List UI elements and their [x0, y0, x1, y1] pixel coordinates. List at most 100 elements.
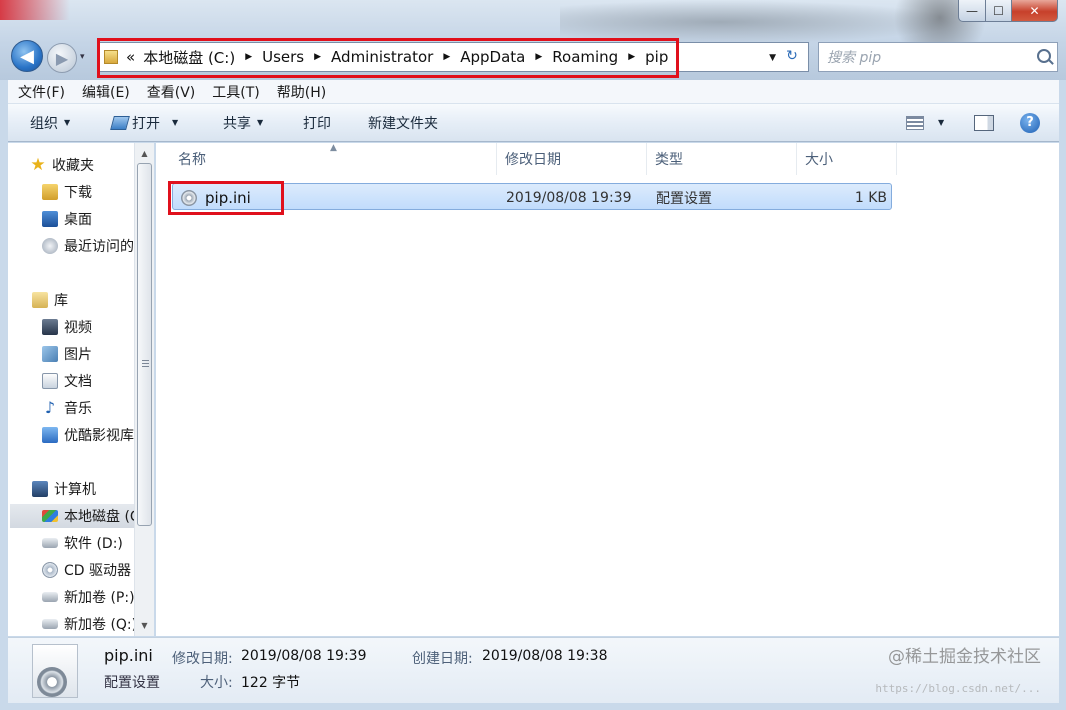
change-view-button[interactable]: ▼: [906, 115, 945, 130]
star-icon: ★: [30, 155, 46, 175]
search-box[interactable]: 搜索 pip: [818, 42, 1058, 72]
sidebar-item-label: 软件 (D:): [64, 536, 123, 552]
downloads-folder-icon: [42, 184, 58, 200]
view-list-icon: [906, 115, 924, 130]
sidebar-item-label: 库: [54, 293, 68, 309]
menu-bar: 文件(F) 编辑(E) 查看(V) 工具(T) 帮助(H): [8, 80, 1059, 104]
column-header-type[interactable]: 类型: [647, 143, 797, 175]
share-button[interactable]: 共享 ▼: [223, 113, 263, 133]
forward-arrow-icon: ▶: [55, 48, 69, 68]
details-file-name: pip.ini: [104, 646, 153, 665]
menu-edit[interactable]: 编辑(E): [82, 82, 130, 102]
column-header-size[interactable]: 大小: [797, 143, 897, 175]
sidebar-item-drive-c[interactable]: 本地磁盘 (C:): [10, 504, 134, 528]
watermark-url: https://blog.csdn.net/...: [875, 682, 1041, 695]
details-size-label: 大小:: [200, 675, 233, 691]
sidebar-item-drive-p[interactable]: 新加卷 (P:): [42, 585, 134, 609]
address-history-dropdown[interactable]: ▼: [769, 53, 776, 63]
help-icon: ?: [1020, 112, 1040, 133]
menu-tools[interactable]: 工具(T): [212, 82, 259, 102]
sort-ascending-icon: ▲: [330, 143, 337, 153]
navigation-pane: ★ 收藏夹 下载 桌面 最近访问的 库 视频 图片 文档 ♪ 音乐 优酷影视库 计算: [8, 143, 154, 636]
maximize-button[interactable]: ☐: [986, 0, 1012, 22]
scroll-up-icon[interactable]: ▲: [135, 145, 154, 162]
explorer-window: — ☐ ✕ ◀ ▶ ▾ « 本地磁盘 (C:) ▶ Users ▶ Admini…: [0, 0, 1066, 710]
preview-pane-icon: [974, 114, 994, 131]
open-icon: [110, 115, 130, 130]
cd-drive-icon: [42, 562, 58, 578]
command-bar: 组织 ▼ 打开 ▼ 共享 ▼ 打印 新建文件夹 ▼ ?: [8, 104, 1059, 142]
column-header-modified[interactable]: 修改日期: [497, 143, 647, 175]
organize-button[interactable]: 组织 ▼: [30, 113, 70, 133]
documents-library-icon: [42, 373, 58, 389]
sidebar-item-label: 本地磁盘 (C:): [64, 509, 134, 525]
minimize-button[interactable]: —: [958, 0, 986, 22]
scroll-down-icon[interactable]: ▼: [135, 617, 154, 634]
chevron-down-icon[interactable]: ▼: [172, 118, 178, 127]
annotation-highlight-file: [168, 181, 284, 215]
file-size: 1 KB: [854, 189, 887, 206]
sidebar-item-label: 收藏夹: [52, 158, 94, 174]
navigation-scrollbar[interactable]: ▲ ▼: [134, 143, 154, 636]
drive-icon: [42, 619, 58, 629]
scrollbar-thumb[interactable]: [137, 163, 152, 526]
details-created-value: 2019/08/08 19:38: [482, 648, 608, 664]
details-created-label: 创建日期:: [412, 651, 473, 667]
forward-button[interactable]: ▶: [47, 43, 77, 73]
minimize-icon: —: [966, 3, 978, 18]
print-button[interactable]: 打印: [303, 113, 331, 133]
sidebar-item-label: 文档: [64, 374, 92, 390]
details-file-type: 配置设置: [104, 675, 160, 691]
music-library-icon: ♪: [44, 398, 56, 417]
open-button[interactable]: 打开 ▼: [110, 113, 178, 133]
sidebar-item-recent[interactable]: 最近访问的: [42, 234, 134, 258]
menu-view[interactable]: 查看(V): [147, 82, 196, 102]
sidebar-item-label: 下载: [64, 185, 92, 201]
close-button[interactable]: ✕: [1012, 0, 1058, 22]
refresh-icon[interactable]: ↻: [782, 48, 802, 68]
recent-places-icon: [42, 238, 58, 254]
search-placeholder: 搜索 pip: [827, 50, 882, 66]
new-folder-button[interactable]: 新建文件夹: [368, 113, 438, 133]
pictures-library-icon: [42, 346, 58, 362]
chevron-down-icon: ▾: [80, 52, 85, 62]
maximize-icon: ☐: [993, 3, 1004, 18]
open-label: 打开: [132, 115, 160, 132]
column-modified-label: 修改日期: [505, 152, 561, 168]
search-icon[interactable]: [1037, 49, 1051, 63]
sidebar-item-label: 音乐: [64, 401, 92, 417]
organize-label: 组织: [30, 115, 58, 132]
sidebar-item-youku[interactable]: 优酷影视库: [42, 423, 134, 447]
drive-icon: [42, 538, 58, 548]
details-size-value: 122 字节: [241, 675, 301, 691]
close-icon: ✕: [1029, 3, 1040, 18]
desktop-icon: [42, 211, 58, 227]
computer-icon: [32, 481, 48, 497]
sidebar-item-drive-q[interactable]: 新加卷 (Q:): [42, 612, 134, 636]
sidebar-item-label: 桌面: [64, 212, 92, 228]
column-name-label: 名称: [178, 152, 206, 168]
chevron-down-icon: ▼: [938, 118, 945, 127]
config-file-large-icon: [32, 644, 78, 698]
file-modified: 2019/08/08 19:39: [506, 189, 632, 206]
system-drive-icon: [42, 510, 58, 522]
annotation-highlight-address: [97, 38, 679, 78]
recent-locations-button[interactable]: ▾: [80, 52, 90, 62]
details-modified-label: 修改日期:: [172, 651, 233, 667]
sidebar-item-cd-drive[interactable]: CD 驱动器: [42, 558, 134, 582]
sidebar-item-label: 新加卷 (P:): [64, 590, 134, 606]
back-button[interactable]: ◀: [11, 40, 43, 72]
menu-file[interactable]: 文件(F): [18, 82, 65, 102]
preview-pane-button[interactable]: [974, 114, 994, 131]
menu-help[interactable]: 帮助(H): [277, 82, 326, 102]
library-icon: [32, 292, 48, 308]
sidebar-item-label: 视频: [64, 320, 92, 336]
back-arrow-icon: ◀: [20, 45, 34, 67]
video-library-icon: [42, 319, 58, 335]
sidebar-item-label: 计算机: [54, 482, 96, 498]
sidebar-item-label: 图片: [64, 347, 92, 363]
print-label: 打印: [303, 115, 331, 132]
help-button[interactable]: ?: [1020, 112, 1040, 133]
details-modified-value: 2019/08/08 19:39: [241, 648, 367, 664]
file-list: 名称 ▲ 修改日期 类型 大小 pip.ini 2019/08/08 19:39…: [156, 143, 1059, 636]
